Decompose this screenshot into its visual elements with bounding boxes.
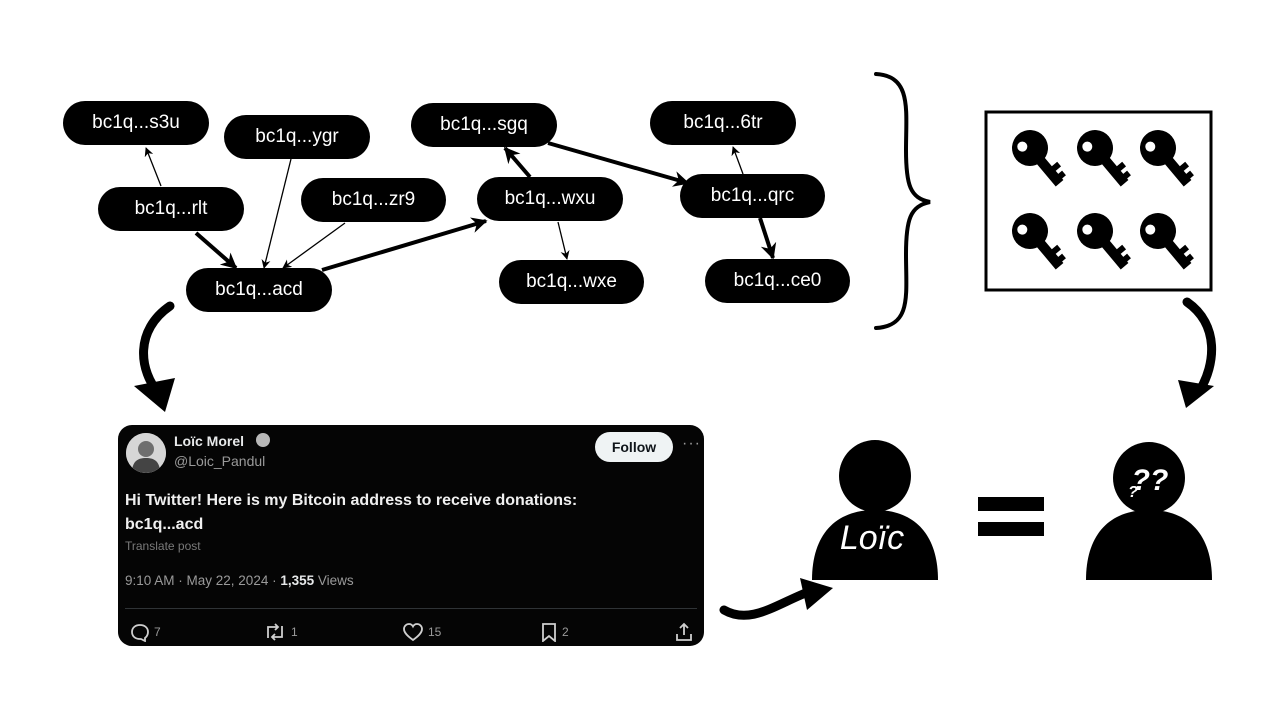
follow-button[interactable]: Follow bbox=[595, 432, 673, 462]
verified-badge-icon bbox=[256, 433, 270, 447]
reply-icon bbox=[131, 624, 149, 642]
curly-brace-icon bbox=[874, 72, 931, 330]
edge-rlt-acd bbox=[194, 231, 238, 270]
svg-text:?: ? bbox=[1128, 484, 1138, 501]
person-icon bbox=[812, 440, 938, 580]
more-options-icon[interactable]: ··· bbox=[682, 435, 701, 453]
bookmark-count: 2 bbox=[562, 625, 569, 639]
address-node-qrc: bc1q...qrc bbox=[680, 174, 825, 218]
curved-arrow-icon bbox=[134, 301, 175, 412]
tweet-text-line: Hi Twitter! Here is my Bitcoin address t… bbox=[125, 492, 578, 509]
equals-icon bbox=[978, 497, 1044, 536]
tweet-author-handle[interactable]: @Loic_Pandul bbox=[174, 453, 265, 469]
edge-rlt-s3u bbox=[144, 147, 162, 187]
edge-qrc-ce0 bbox=[758, 217, 777, 260]
like-count: 15 bbox=[428, 625, 442, 639]
address-node-wxu: bc1q...wxu bbox=[477, 177, 623, 221]
divider bbox=[125, 608, 697, 609]
address-node-acd: bc1q...acd bbox=[186, 268, 332, 312]
address-node-s3u: bc1q...s3u bbox=[63, 101, 209, 145]
edge-wxu-wxe bbox=[557, 221, 570, 260]
address-node-zr9: bc1q...zr9 bbox=[301, 178, 446, 222]
bookmark-button[interactable]: 2 bbox=[540, 622, 569, 642]
like-button[interactable]: 15 bbox=[402, 622, 441, 642]
curved-arrow-icon bbox=[1178, 297, 1217, 408]
avatar[interactable] bbox=[126, 433, 166, 473]
repost-button[interactable]: 1 bbox=[263, 622, 298, 642]
edge-wxu-sgq bbox=[503, 146, 532, 179]
person-label: Loïc bbox=[839, 519, 905, 557]
translate-post-link[interactable]: Translate post bbox=[125, 539, 201, 553]
address-node-rlt: bc1q...rlt bbox=[98, 187, 244, 231]
tweet-card: Loïc Morel @Loic_Pandul Follow ··· Hi Tw… bbox=[118, 425, 704, 646]
address-node-sgq: bc1q...sgq bbox=[411, 103, 557, 147]
bookmark-icon bbox=[542, 623, 556, 642]
address-node-ce0: bc1q...ce0 bbox=[705, 259, 850, 303]
tweet-address: bc1q...acd bbox=[125, 516, 204, 533]
heart-icon bbox=[403, 623, 423, 642]
edge-qrc-6tr bbox=[731, 146, 744, 175]
edge-zr9-acd bbox=[282, 222, 346, 269]
curved-arrow-icon bbox=[719, 578, 833, 620]
tweet-text: Hi Twitter! Here is my Bitcoin address t… bbox=[125, 489, 577, 537]
share-button[interactable] bbox=[674, 622, 698, 642]
tweet-meta: 9:10 AM · May 22, 2024 · 1,355 Views bbox=[125, 573, 354, 588]
address-node-ygr: bc1q...ygr bbox=[224, 115, 370, 159]
repost-count: 1 bbox=[291, 625, 298, 639]
reply-button[interactable]: 7 bbox=[130, 622, 161, 642]
unknown-person-icon: ?? ? bbox=[1086, 442, 1212, 580]
address-node-wxe: bc1q...wxe bbox=[499, 260, 644, 304]
edge-ygr-acd bbox=[261, 158, 292, 269]
reply-count: 7 bbox=[154, 625, 161, 639]
tweet-time[interactable]: 9:10 AM · May 22, 2024 · bbox=[125, 573, 280, 588]
edge-acd-wxu bbox=[321, 217, 488, 272]
views-count: 1,355 bbox=[280, 573, 315, 588]
share-icon bbox=[676, 622, 692, 641]
address-node-6tr: bc1q...6tr bbox=[650, 101, 796, 145]
views-label: Views bbox=[314, 573, 354, 588]
repost-icon bbox=[267, 623, 283, 641]
tweet-author-name[interactable]: Loïc Morel bbox=[174, 433, 244, 449]
